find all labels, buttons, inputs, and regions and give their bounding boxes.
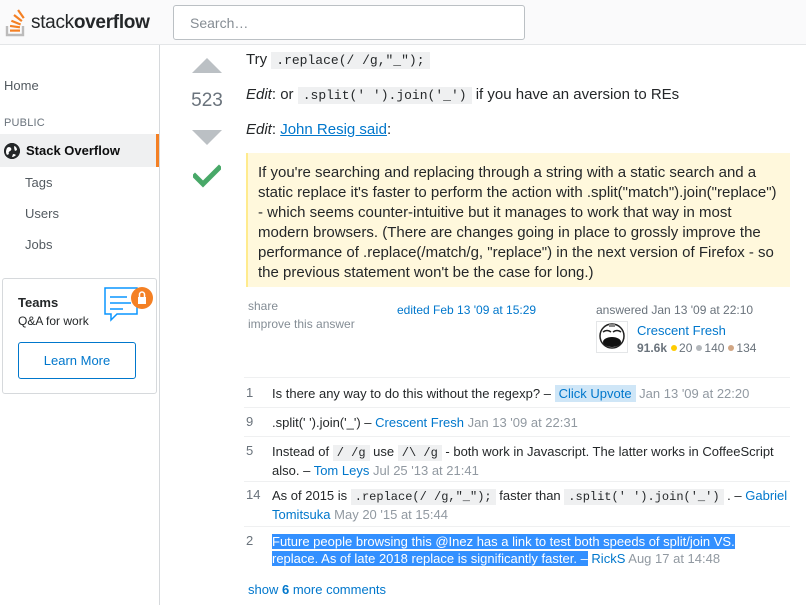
teams-title: Teams <box>18 295 59 310</box>
upvote-arrow-icon[interactable] <box>192 58 222 73</box>
teams-illustration-icon <box>103 284 155 332</box>
comment-code: .replace(/ /g,"_"); <box>350 489 496 505</box>
learn-more-button[interactable]: Learn More <box>18 342 136 379</box>
comment-user[interactable]: Tom Leys <box>314 463 370 478</box>
comment-divider <box>244 407 790 408</box>
comment-date[interactable]: May 20 '15 at 15:44 <box>334 507 448 522</box>
user-stats: 91.6k 20 140 134 <box>637 341 756 355</box>
comment-body: Is there any way to do this without the … <box>272 385 788 402</box>
comment-divider <box>244 481 790 482</box>
comment-text: faster than <box>499 488 561 503</box>
logo-text-overflow: overflow <box>73 12 150 33</box>
post-line-1-text: Try <box>246 51 268 68</box>
comment-code: .split(' ').join('_') <box>564 489 724 505</box>
comment-user[interactable]: Crescent Fresh <box>375 415 464 430</box>
comment-text: .split(' ').join('_') – <box>272 415 372 430</box>
gold-badge-count: 20 <box>679 341 693 355</box>
nav-users[interactable]: Users <box>25 206 59 221</box>
silver-badge-icon <box>696 345 703 351</box>
comment-body: Future people browsing this @Inez has a … <box>272 533 788 567</box>
reputation: 91.6k <box>637 341 668 355</box>
nav-stack-overflow-label: Stack Overflow <box>26 143 120 158</box>
comment-date[interactable]: Aug 17 at 14:48 <box>628 551 720 566</box>
post-line-2-or: : or <box>271 86 294 103</box>
bronze-badge-icon <box>728 345 735 351</box>
john-resig-link[interactable]: John Resig said <box>280 121 387 138</box>
show-more-suffix: more comments <box>292 582 387 597</box>
answer-user-name[interactable]: Crescent Fresh <box>637 323 726 338</box>
comment-text-selected: Future people browsing this @Inez has a … <box>272 534 735 549</box>
answered-timestamp: answered Jan 13 '09 at 22:10 <box>596 303 754 317</box>
gold-badge-icon <box>671 345 678 351</box>
comment-score: 14 <box>246 487 261 502</box>
logo-text: stackoverflow <box>31 12 150 34</box>
nav-jobs[interactable]: Jobs <box>25 237 52 252</box>
silver-badge-count: 140 <box>704 341 725 355</box>
edit-label-1: Edit <box>246 86 272 103</box>
globe-icon <box>4 142 20 159</box>
comment-date[interactable]: Jan 13 '09 at 22:31 <box>468 415 578 430</box>
edited-timestamp[interactable]: edited Feb 13 '09 at 15:29 <box>397 303 536 317</box>
post-line-3: Edit: John Resig said: <box>246 121 391 138</box>
accepted-checkmark-icon <box>191 163 223 189</box>
teams-subtitle: Q&A for work <box>18 314 89 328</box>
comments-divider <box>244 377 790 378</box>
comment-user[interactable]: Click Upvote <box>554 385 636 402</box>
avatar[interactable] <box>596 321 628 353</box>
nav-home[interactable]: Home <box>4 78 39 93</box>
nav-section-public: PUBLIC <box>4 117 45 129</box>
post-line-1: Try .replace(/ /g,"_"); <box>246 51 430 69</box>
comment-text: Instead of <box>272 444 330 459</box>
post-line-3-end: : <box>386 121 392 138</box>
show-more-count: 6 <box>281 582 290 597</box>
comment-code: /\ /g <box>397 445 442 461</box>
comment-text: As of 2015 is <box>272 488 348 503</box>
comment-divider <box>244 526 790 527</box>
gold-badges: 20 <box>671 341 692 355</box>
top-bar: stackoverflow <box>0 0 806 45</box>
comment-body: Instead of / /g use /\ /g - both work in… <box>272 443 788 479</box>
logo-text-stack: stack <box>31 12 74 33</box>
nav-tags[interactable]: Tags <box>25 175 52 190</box>
stackoverflow-logo[interactable]: stackoverflow <box>4 9 150 37</box>
bronze-badges: 134 <box>728 341 756 355</box>
left-sidebar: Home PUBLIC Stack Overflow Tags Users Jo… <box>0 45 160 605</box>
comment-score: 9 <box>246 414 254 429</box>
comment-code: / /g <box>332 445 370 461</box>
comment-dash: – <box>576 551 588 566</box>
search-input[interactable] <box>173 5 525 40</box>
comment-divider <box>244 436 790 437</box>
comment-text: Is there any way to do this without the … <box>272 386 551 401</box>
stack-logo-icon <box>4 9 28 37</box>
bronze-badge-count: 134 <box>736 341 757 355</box>
code-replace-1: .replace(/ /g,"_"); <box>271 52 430 69</box>
show-more-comments-link[interactable]: show 6 more comments <box>248 582 386 597</box>
share-link[interactable]: share <box>248 299 278 313</box>
comment-date[interactable]: Jan 13 '09 at 22:20 <box>639 386 749 401</box>
comment-score: 2 <box>246 533 254 548</box>
post-line-2-suffix: if you have an aversion to REs <box>475 86 680 103</box>
comment-body: .split(' ').join('_') – Crescent Fresh J… <box>272 414 788 431</box>
comment-user[interactable]: RickS <box>591 551 625 566</box>
comment-text: . – <box>727 488 742 503</box>
post-line-2: Edit: or .split(' ').join('_') if you ha… <box>246 86 680 104</box>
silver-badges: 140 <box>696 341 724 355</box>
comment-text: use <box>373 444 395 459</box>
vote-count: 523 <box>191 90 223 111</box>
code-split-join: .split(' ').join('_') <box>297 87 472 104</box>
teams-promo: Teams Q&A for work Learn More <box>2 278 157 394</box>
post-line-3-colon: : <box>271 121 277 138</box>
improve-answer-link[interactable]: improve this answer <box>248 317 355 331</box>
nav-stack-overflow[interactable]: Stack Overflow <box>0 134 159 167</box>
downvote-arrow-icon[interactable] <box>192 130 222 145</box>
comment-body: As of 2015 is .replace(/ /g,"_"); faster… <box>272 487 788 523</box>
comment-score: 1 <box>246 385 254 400</box>
comment-date[interactable]: Jul 25 '13 at 21:41 <box>373 463 479 478</box>
blockquote: If you're searching and replacing throug… <box>246 153 790 287</box>
comment-text-selected: replace. As of late 2018 replace is sign… <box>272 551 577 566</box>
comment-score: 5 <box>246 443 254 458</box>
show-more-prefix: show <box>248 582 279 597</box>
edit-label-2: Edit <box>246 121 272 138</box>
